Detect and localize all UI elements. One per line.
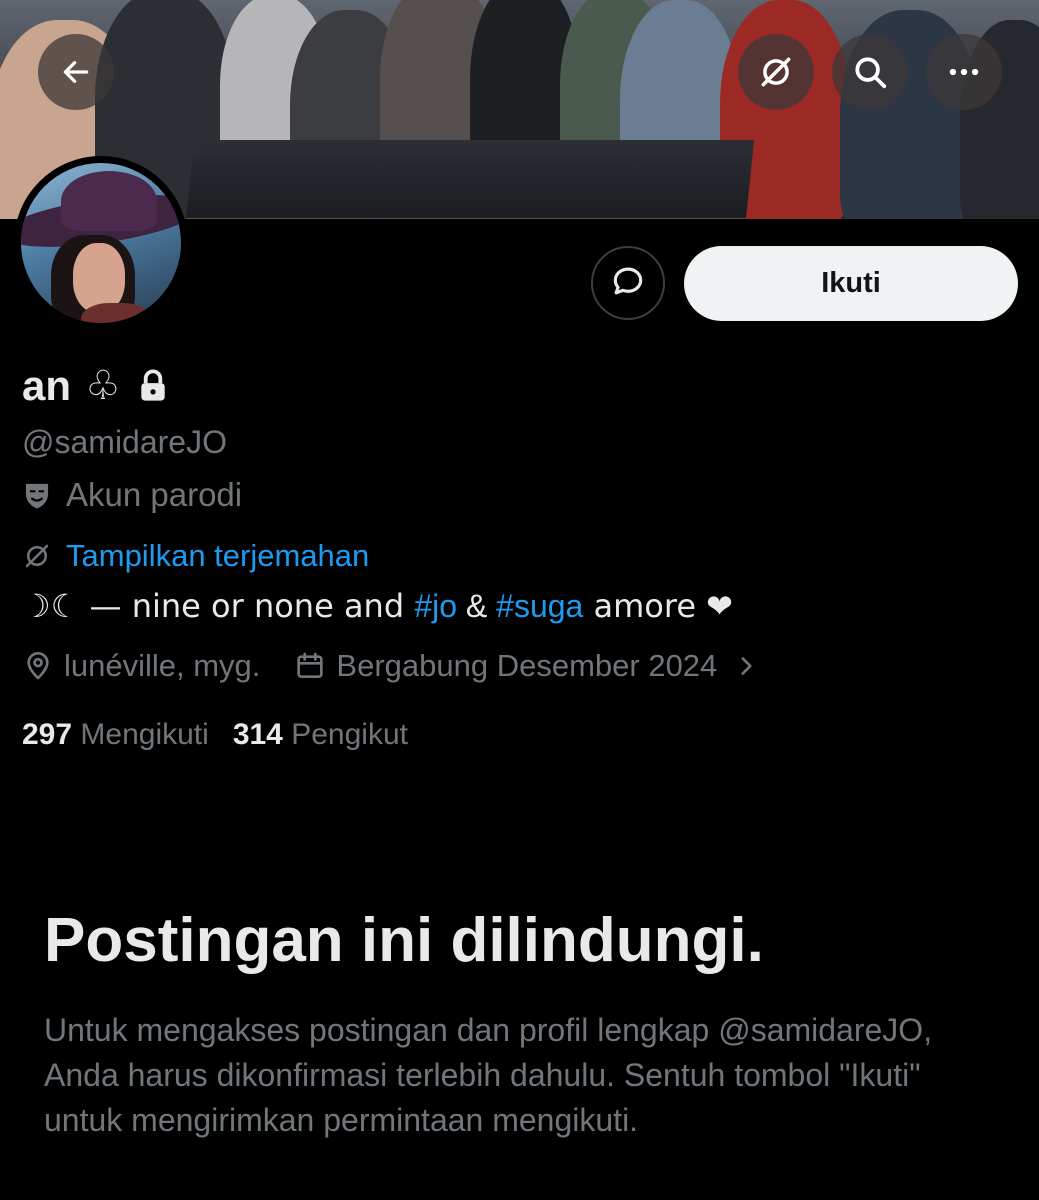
avatar-image xyxy=(21,163,181,323)
followers-link[interactable]: 314 Pengikut xyxy=(233,718,408,752)
search-button[interactable] xyxy=(832,34,908,110)
arrow-left-icon xyxy=(60,56,92,88)
parody-label-row: Akun parodi xyxy=(22,476,242,514)
more-button[interactable] xyxy=(926,34,1002,110)
hashtag-link[interactable]: #suga xyxy=(496,588,583,624)
location-item: lunéville, myg. xyxy=(22,648,260,684)
show-translation-link[interactable]: Tampilkan terjemahan xyxy=(22,538,369,574)
bio-text: amore ❤ xyxy=(583,587,733,625)
follow-stats: 297 Mengikuti 314 Pengikut xyxy=(22,718,408,752)
profile-meta: lunéville, myg. Bergabung Desember 2024 xyxy=(22,648,759,684)
followers-count: 314 xyxy=(232,718,283,751)
translate-icon xyxy=(757,53,795,91)
bio-text: ☽☾ — nine or none and xyxy=(22,587,415,625)
show-translation-label: Tampilkan terjemahan xyxy=(66,538,370,573)
back-button[interactable] xyxy=(38,34,114,110)
bio-text: & xyxy=(457,588,497,624)
joined-date-item[interactable]: Bergabung Desember 2024 xyxy=(294,648,759,684)
joined-date-text: Bergabung Desember 2024 xyxy=(336,648,718,683)
profile-name-row: an ♧ xyxy=(22,356,171,416)
more-horizontal-icon xyxy=(945,53,983,91)
parody-mask-icon xyxy=(22,479,52,511)
search-icon xyxy=(851,53,889,91)
profile-name: an xyxy=(22,362,72,409)
follow-button[interactable]: Ikuti xyxy=(684,246,1018,321)
message-bubble-icon xyxy=(609,262,647,305)
profile-bio: ☽☾ — nine or none and #jo & #suga amore … xyxy=(22,587,733,625)
parody-label: Akun parodi xyxy=(66,476,243,513)
profile-handle: @samidareJO xyxy=(22,424,227,460)
avatar[interactable] xyxy=(14,156,188,330)
following-link[interactable]: 297 Mengikuti xyxy=(22,718,209,752)
message-button[interactable] xyxy=(591,246,665,320)
chevron-right-icon xyxy=(733,653,759,679)
location-pin-icon xyxy=(22,649,54,683)
followers-label: Pengikut xyxy=(291,718,408,751)
location-text: lunéville, myg. xyxy=(64,648,261,683)
protected-description: Untuk mengakses postingan dan profil len… xyxy=(44,1012,933,1138)
translate-icon xyxy=(22,541,52,571)
banner-table xyxy=(185,140,755,219)
hashtag-link[interactable]: #jo xyxy=(414,588,457,624)
lock-icon xyxy=(135,367,171,405)
translate-button[interactable] xyxy=(738,34,814,110)
following-count: 297 xyxy=(22,718,73,751)
club-symbol: ♧ xyxy=(85,363,121,409)
protected-title: Postingan ini dilindungi. xyxy=(44,906,764,975)
following-label: Mengikuti xyxy=(80,718,209,751)
calendar-icon xyxy=(294,650,326,682)
